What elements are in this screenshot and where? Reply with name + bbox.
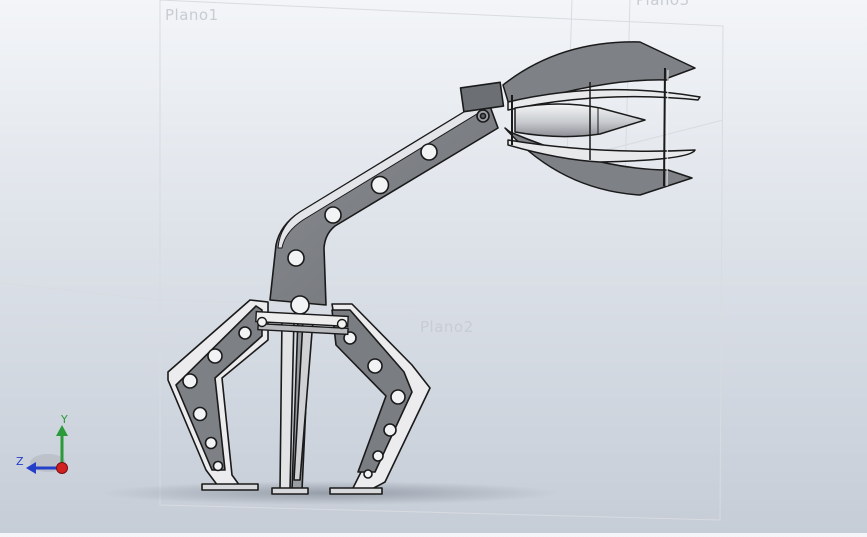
right-leg-hole <box>390 389 406 405</box>
arm-hole <box>420 143 438 161</box>
plano2-label[interactable]: Plano2 <box>420 318 474 336</box>
gripper-inner-cone <box>514 103 646 138</box>
right-leg-hole <box>367 358 383 374</box>
arm-mount-block <box>459 81 505 113</box>
center-leg-foot <box>271 487 309 495</box>
arm-hole <box>287 249 305 267</box>
left-leg-hole <box>207 348 223 364</box>
hub-shaft[interactable] <box>255 310 349 336</box>
orientation-triad[interactable] <box>26 425 68 474</box>
hub-bolt-right <box>336 318 348 330</box>
left-leg-hole <box>238 326 252 340</box>
left-leg-hole <box>192 406 208 422</box>
right-leg-hole <box>363 469 373 479</box>
plano1-label[interactable]: Plano1 <box>165 6 219 24</box>
arm-hole <box>324 206 342 224</box>
right-leg-hole <box>372 450 384 462</box>
triad-y-arrow-icon <box>56 425 68 436</box>
left-leg-hole <box>204 436 218 450</box>
arm-pivot-bolt-inner <box>479 112 487 120</box>
triad-y-label: Y <box>61 413 68 426</box>
hub-bolt-left <box>256 316 268 328</box>
arm-body <box>269 97 499 306</box>
arm-hole <box>290 295 310 315</box>
arm[interactable] <box>269 81 505 315</box>
gripper-rib-4 <box>666 69 669 187</box>
left-leg-foot <box>201 483 259 491</box>
3d-viewport[interactable]: Plano1 Plano2 Plano3 Y Z <box>0 0 867 533</box>
triad-x-axis-icon <box>56 462 68 474</box>
right-leg-hole <box>383 423 397 437</box>
arm-hole <box>370 175 390 195</box>
center-leg-a <box>279 317 295 491</box>
left-leg-hole <box>182 373 198 389</box>
model-canvas[interactable] <box>0 0 867 533</box>
right-leg-foot <box>329 487 383 495</box>
gripper-head[interactable] <box>502 41 701 196</box>
left-leg-hole <box>212 460 224 472</box>
gripper-rib-3 <box>663 67 666 187</box>
triad-z-label: Z <box>16 455 24 468</box>
plano3-label[interactable]: Plano3 <box>636 0 690 9</box>
